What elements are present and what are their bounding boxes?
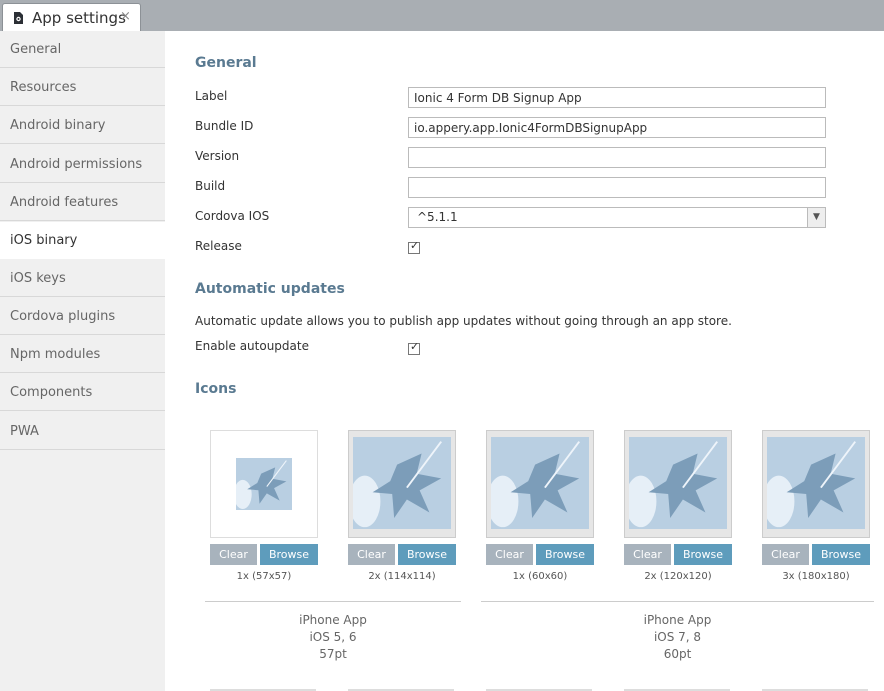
chevron-down-icon[interactable]: ▼	[807, 208, 825, 227]
cordova-ios-value: ^5.1.1	[417, 210, 458, 224]
main-content: General Label Bundle ID Version Build Co…	[165, 31, 884, 691]
leaf-image-icon	[236, 458, 292, 510]
automatic-updates-title: Automatic updates	[195, 281, 345, 297]
tab-app-settings[interactable]: App settings ×	[2, 3, 141, 31]
sidebar-item-android-permissions[interactable]: Android permissions	[0, 146, 165, 183]
sidebar-item-ios-keys[interactable]: iOS keys	[0, 260, 165, 297]
leaf-image-icon	[353, 437, 451, 529]
close-icon[interactable]: ×	[120, 9, 131, 24]
bundle-id-label: Bundle ID	[195, 119, 254, 133]
clear-button[interactable]: Clear	[486, 544, 533, 565]
sidebar: General Resources Android binary Android…	[0, 31, 165, 691]
leaf-image-icon	[491, 437, 589, 529]
group-label-line3: 60pt	[663, 647, 692, 661]
browse-button[interactable]: Browse	[398, 544, 456, 565]
leaf-image-icon	[767, 437, 865, 529]
icon-preview-frame[interactable]	[486, 430, 594, 538]
label-field-label: Label	[195, 89, 228, 103]
icon-preview-frame[interactable]	[348, 430, 456, 538]
sidebar-item-pwa[interactable]: PWA	[0, 413, 165, 450]
sidebar-item-android-binary[interactable]: Android binary	[0, 107, 165, 144]
enable-autoupdate-label: Enable autoupdate	[195, 339, 309, 353]
group-label-line1: iPhone App	[299, 613, 367, 627]
sidebar-item-android-features[interactable]: Android features	[0, 184, 165, 221]
browse-button[interactable]: Browse	[674, 544, 732, 565]
sidebar-item-ios-binary[interactable]: iOS binary	[0, 222, 165, 259]
icon-size-label: 2x (114x114)	[368, 571, 436, 582]
browse-button[interactable]: Browse	[260, 544, 318, 565]
browse-button[interactable]: Browse	[812, 544, 870, 565]
group-label-line2: iOS 5, 6	[309, 630, 357, 644]
group-divider	[481, 601, 874, 602]
clear-button[interactable]: Clear	[624, 544, 671, 565]
clear-button[interactable]: Clear	[762, 544, 809, 565]
sidebar-item-npm-modules[interactable]: Npm modules	[0, 336, 165, 373]
settings-document-icon	[11, 11, 25, 25]
icon-preview-frame[interactable]	[624, 430, 732, 538]
icon-group-iphone-ios7-8: iPhone App iOS 7, 8 60pt	[481, 612, 874, 663]
group-label-line1: iPhone App	[643, 613, 712, 627]
tab-bar: App settings ×	[0, 0, 884, 31]
sidebar-item-cordova-plugins[interactable]: Cordova plugins	[0, 298, 165, 335]
checkmark-icon: ✓	[410, 340, 420, 353]
release-checkbox[interactable]: ✓	[408, 239, 420, 254]
version-input[interactable]	[408, 147, 826, 168]
sidebar-item-general[interactable]: General	[0, 31, 165, 68]
cordova-ios-select[interactable]: ^5.1.1 ▼	[408, 207, 826, 228]
icon-size-label: 1x (60x60)	[512, 571, 568, 582]
cordova-ios-label: Cordova IOS	[195, 209, 270, 223]
version-label: Version	[195, 149, 240, 163]
autoupdate-description: Automatic update allows you to publish a…	[195, 314, 732, 328]
icon-preview-frame[interactable]	[762, 430, 870, 538]
icon-size-label: 2x (120x120)	[644, 571, 712, 582]
group-label-line3: 57pt	[319, 647, 347, 661]
general-section-title: General	[195, 55, 257, 71]
icons-section-title: Icons	[195, 381, 237, 397]
build-input[interactable]	[408, 177, 826, 198]
tab-title: App settings	[32, 9, 126, 27]
icon-preview-frame[interactable]	[210, 430, 318, 538]
label-input[interactable]	[408, 87, 826, 108]
clear-button[interactable]: Clear	[210, 544, 257, 565]
build-label: Build	[195, 179, 226, 193]
sidebar-item-components[interactable]: Components	[0, 374, 165, 411]
enable-autoupdate-checkbox[interactable]: ✓	[408, 340, 420, 355]
icon-group-iphone-ios5-6: iPhone App iOS 5, 6 57pt	[205, 612, 461, 663]
checkmark-icon: ✓	[410, 239, 420, 252]
bundle-id-input[interactable]	[408, 117, 826, 138]
clear-button[interactable]: Clear	[348, 544, 395, 565]
release-label: Release	[195, 239, 242, 253]
sidebar-item-resources[interactable]: Resources	[0, 69, 165, 106]
icon-size-label: 1x (57x57)	[236, 571, 292, 582]
group-divider	[205, 601, 461, 602]
icon-size-label: 3x (180x180)	[782, 571, 850, 582]
browse-button[interactable]: Browse	[536, 544, 594, 565]
leaf-image-icon	[629, 437, 727, 529]
group-label-line2: iOS 7, 8	[653, 630, 702, 644]
